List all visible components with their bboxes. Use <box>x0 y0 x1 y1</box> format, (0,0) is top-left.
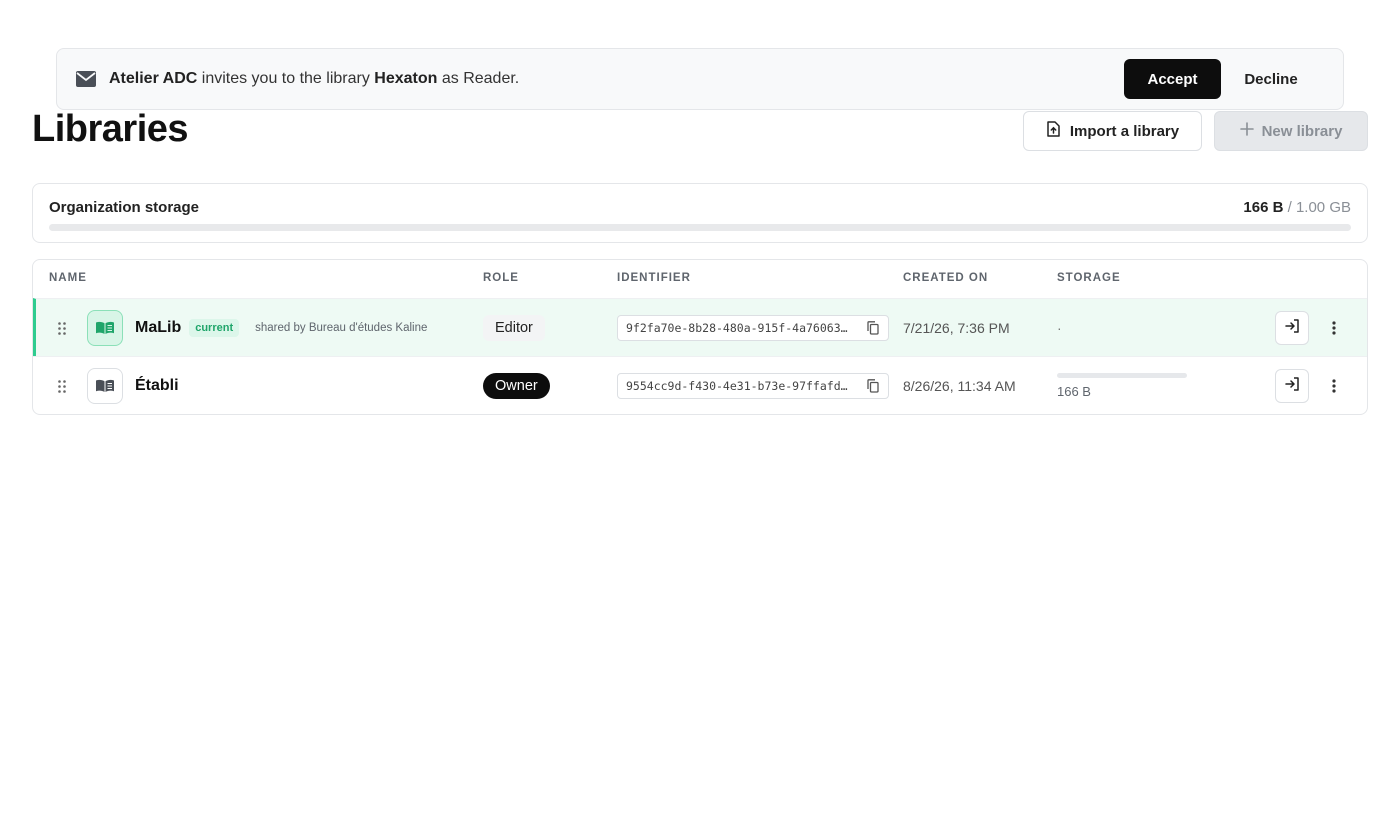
more-options-icon[interactable] <box>1324 369 1344 403</box>
new-library-button[interactable]: New library <box>1214 111 1368 151</box>
storage-usage: 166 B / 1.00 GB <box>1243 199 1351 216</box>
table-row[interactable]: Établi Owner 9554cc9d-f430-4e31-b73e-97f… <box>33 356 1367 414</box>
invite-banner: Atelier ADC invites you to the library H… <box>56 48 1344 110</box>
storage-progress-bar <box>49 224 1351 231</box>
storage-value: · <box>1057 320 1062 336</box>
column-header-created: CREATED ON <box>903 272 989 284</box>
open-library-button[interactable] <box>1275 369 1309 403</box>
sign-in-icon <box>1284 318 1300 338</box>
column-header-role: ROLE <box>483 272 519 284</box>
column-header-identifier: IDENTIFIER <box>617 272 691 284</box>
library-name[interactable]: Établi <box>135 377 179 395</box>
drag-handle-icon[interactable] <box>55 321 69 335</box>
page-title: Libraries <box>32 108 189 150</box>
drag-handle-icon[interactable] <box>55 379 69 393</box>
invite-role-text: as Reader. <box>437 70 520 87</box>
column-header-name: NAME <box>49 272 87 284</box>
storage-usage-mini: 166 B <box>1057 373 1187 399</box>
mail-icon <box>75 68 97 90</box>
identifier-value: 9554cc9d-f430-4e31-b73e-97ffafd… <box>626 379 848 393</box>
storage-used: 166 B <box>1243 199 1284 216</box>
shared-by-text: shared by Bureau d'études Kaline <box>255 322 428 334</box>
more-options-icon[interactable] <box>1324 311 1344 345</box>
table-row[interactable]: MaLib current shared by Bureau d'études … <box>33 298 1367 356</box>
storage-total: 1.00 GB <box>1295 199 1351 216</box>
book-open-icon <box>87 310 123 346</box>
libraries-table: NAME ROLE IDENTIFIER CREATED ON STORAGE … <box>32 259 1368 415</box>
plus-icon <box>1239 122 1254 140</box>
created-date: 8/26/26, 11:34 AM <box>903 378 1016 394</box>
accept-button[interactable]: Accept <box>1124 59 1221 99</box>
storage-label: Organization storage <box>49 199 200 216</box>
identifier-value: 9f2fa70e-8b28-480a-915f-4a76063… <box>626 321 848 335</box>
book-open-icon <box>87 368 123 404</box>
import-library-label: Import a library <box>1069 122 1180 140</box>
invited-library-name: Hexaton <box>374 70 438 87</box>
organization-storage-card: Organization storage 166 B / 1.00 GB <box>32 183 1368 243</box>
identifier-field: 9f2fa70e-8b28-480a-915f-4a76063… <box>617 315 889 341</box>
storage-mini-bar <box>1057 373 1187 378</box>
library-name[interactable]: MaLib <box>135 319 181 337</box>
open-library-button[interactable] <box>1275 311 1309 345</box>
import-library-button[interactable]: Import a library <box>1023 111 1202 151</box>
decline-button[interactable]: Decline <box>1227 59 1315 99</box>
copy-icon[interactable] <box>866 379 880 393</box>
current-badge: current <box>189 319 240 337</box>
storage-separator: / <box>1283 199 1296 216</box>
created-date: 7/21/26, 7:36 PM <box>903 320 1010 336</box>
inviter-name: Atelier ADC <box>109 70 198 87</box>
role-badge: Editor <box>483 315 545 341</box>
storage-value: 166 B <box>1057 384 1091 399</box>
invite-text: invites you to the library <box>197 70 375 87</box>
column-header-storage: STORAGE <box>1057 272 1121 284</box>
copy-icon[interactable] <box>866 321 880 335</box>
invite-message: Atelier ADC invites you to the library H… <box>109 70 1124 88</box>
new-library-label: New library <box>1261 122 1343 140</box>
table-header: NAME ROLE IDENTIFIER CREATED ON STORAGE <box>33 260 1367 298</box>
role-badge: Owner <box>483 373 550 399</box>
sign-in-icon <box>1284 376 1300 396</box>
file-upload-icon <box>1046 121 1060 141</box>
identifier-field: 9554cc9d-f430-4e31-b73e-97ffafd… <box>617 373 889 399</box>
